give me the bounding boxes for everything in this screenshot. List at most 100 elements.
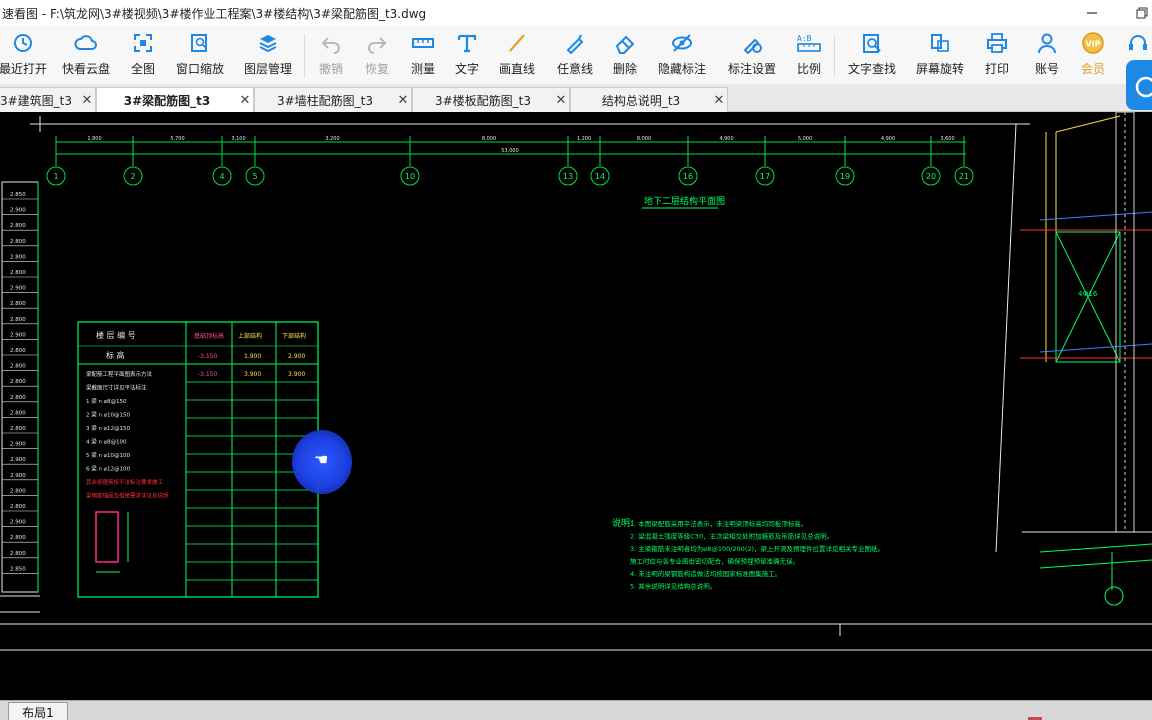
axis-label: 1: [53, 172, 58, 181]
toolbar-vip-button[interactable]: VIP 会员: [1076, 30, 1110, 82]
toolbar-label: 屏幕旋转: [915, 62, 964, 76]
toolbar-delete-button[interactable]: 删除: [608, 30, 642, 82]
tab-floor-slab[interactable]: 3#楼板配筋图_t3 ✕: [412, 87, 570, 112]
axis-label: 10: [405, 172, 415, 181]
toolbar-scale-button[interactable]: A:B 比例: [792, 30, 826, 82]
toolbar-window-zoom-button[interactable]: 窗口缩放: [172, 30, 228, 82]
toolbar-annotation-settings-button[interactable]: 标注设置: [724, 30, 780, 82]
tab-beam-reinforcement[interactable]: 3#梁配筋图_t3 ✕: [96, 87, 254, 112]
rotate-screen-icon: [927, 30, 953, 56]
elevation-label: 2.900: [10, 208, 26, 214]
fullscreen-icon: [130, 30, 156, 56]
elevation-label: 2.800: [10, 317, 26, 323]
elevation-label: 2.900: [10, 286, 26, 292]
text-search-icon: [859, 30, 885, 56]
general-notes: 1. 本图梁配筋采用平法表示，未注明梁顶标高均同板顶标高。 2. 梁混凝土强度等级…: [630, 519, 884, 591]
toolbar-line-button[interactable]: 画直线: [494, 30, 540, 82]
dimension-label: 8,000: [482, 136, 496, 142]
headset-icon: [1125, 30, 1151, 56]
toolbar-layers-button[interactable]: 图层管理: [240, 30, 296, 82]
toolbar-hide-annotation-button[interactable]: 隐藏标注: [654, 30, 710, 82]
toolbar-print-button[interactable]: 打印: [980, 30, 1014, 82]
axis-label: 21: [959, 172, 969, 181]
close-icon[interactable]: ✕: [553, 93, 569, 108]
elevation-label: 2.800: [10, 488, 26, 494]
elevation-label: 2.800: [10, 535, 26, 541]
layout-tab[interactable]: 布局1: [8, 702, 68, 720]
window-title: 速看图 - F:\筑龙网\3#楼视频\3#楼作业工程案\3#楼结构\3#梁配筋图…: [2, 6, 427, 21]
floating-search-button[interactable]: [1126, 60, 1152, 110]
toolbar-freehand-button[interactable]: 任意线: [552, 30, 598, 82]
restore-icon: [1136, 7, 1148, 19]
dimension-label: 5,000: [798, 136, 812, 142]
dimension-label: 8,000: [637, 136, 651, 142]
tab-wall-column[interactable]: 3#墙柱配筋图_t3 ✕: [254, 87, 412, 112]
tab-label: 3#建筑图_t3: [0, 93, 73, 108]
toolbar-account-button[interactable]: 账号: [1030, 30, 1064, 82]
undo-icon: [318, 30, 344, 56]
table-header-a: 楼 层 编 号: [96, 330, 136, 340]
elevation-label: 2.800: [10, 348, 26, 354]
toolbar-label: 最近打开: [0, 62, 48, 76]
eye-off-icon: [669, 30, 695, 56]
toolbar-label: 打印: [984, 62, 1009, 76]
toolbar-undo-button[interactable]: 撤销: [314, 30, 348, 82]
table-header-b: 标 高: [106, 350, 125, 360]
toolbar-recent-open-button[interactable]: 最近打开: [0, 30, 48, 82]
elevation-label: 2.900: [10, 520, 26, 526]
tab-building-drawing[interactable]: 3#建筑图_t3 ✕: [0, 87, 96, 112]
toolbar-label: 窗口缩放: [175, 62, 224, 76]
toolbar-text-button[interactable]: 文字: [450, 30, 484, 82]
toolbar-label: 测量: [410, 62, 435, 76]
tab-label: 3#楼板配筋图_t3: [434, 93, 532, 108]
toolbar-redo-button[interactable]: 恢复: [360, 30, 394, 82]
axis-label: 5: [252, 172, 257, 181]
table-notes: 梁配筋工程平面图表示方法梁截面尺寸详见平法标注 1 梁 n ⌀8@150 2 梁 n…: [86, 370, 169, 500]
layers-icon: [255, 30, 281, 56]
note-line: 1. 本图梁配筋采用平法表示，未注明梁顶标高均同板顶标高。: [630, 519, 807, 528]
dimension-label: 3,100: [231, 136, 245, 142]
toolbar-label: 画直线: [498, 62, 535, 76]
table-note-line: 4 梁 n ⌀8@100: [86, 438, 127, 446]
toolbar-separator: [304, 34, 305, 78]
elevation-label: 2.800: [10, 301, 26, 307]
cloud-icon: [73, 30, 99, 56]
svg-text:A:B: A:B: [797, 34, 812, 43]
redo-icon: [364, 30, 390, 56]
document-tabs: 3#建筑图_t3 ✕ 3#梁配筋图_t3 ✕ 3#墙柱配筋图_t3 ✕ 3#楼板…: [0, 84, 1152, 112]
table-r2c2: 3.900: [244, 371, 261, 378]
toolbar-label: 隐藏标注: [657, 62, 706, 76]
minimize-button[interactable]: [1072, 0, 1112, 26]
close-icon[interactable]: ✕: [237, 93, 253, 108]
elevation-label: 2.800: [10, 270, 26, 276]
print-icon: [984, 30, 1010, 56]
cad-drawing: 1 2 4 5 10 13 14 16 17 19 20 21 1,800 5,700 3,100 3,200…: [0, 112, 1152, 651]
table-col2: 上部结构: [238, 332, 262, 340]
elevation-label: 2.850: [10, 192, 26, 198]
table-col3: 下部结构: [282, 332, 306, 340]
toolbar-full-view-button[interactable]: 全图: [126, 30, 160, 82]
tab-structure-notes[interactable]: 结构总说明_t3 ✕: [570, 87, 728, 112]
close-icon[interactable]: ✕: [79, 93, 95, 108]
elevation-label: 2.800: [10, 395, 26, 401]
toolbar-text-search-button[interactable]: 文字查找: [844, 30, 900, 82]
drawing-canvas[interactable]: 1 2 4 5 10 13 14 16 17 19 20 21 1,800 5,700 3,100 3,200…: [0, 112, 1152, 700]
axis-label: 13: [563, 172, 573, 181]
right-rebar-label: 4Ф16: [1078, 290, 1098, 298]
toolbar-label: 标注设置: [727, 62, 776, 76]
toolbar-label: 会员: [1080, 62, 1105, 76]
toolbar-rotate-screen-button[interactable]: 屏幕旋转: [912, 30, 968, 82]
tab-label: 结构总说明_t3: [601, 93, 681, 108]
table-col1: 基础顶标高: [194, 332, 224, 340]
toolbar-measure-button[interactable]: 测量: [406, 30, 440, 82]
table-note-line: 梁钢筋锚固及搭接要求详见总说明: [86, 492, 169, 500]
eraser-icon: [612, 30, 638, 56]
elevation-label: 2.800: [10, 364, 26, 370]
dimension-label: 4,900: [719, 136, 733, 142]
close-icon[interactable]: ✕: [395, 93, 411, 108]
table-note-line: 其余梁箍筋按平法标注要求施工: [86, 478, 164, 486]
toolbar-cloud-button[interactable]: 快看云盘: [58, 30, 114, 82]
restore-button[interactable]: [1122, 0, 1152, 26]
toolbar-label: 恢复: [364, 62, 389, 76]
close-icon[interactable]: ✕: [711, 93, 727, 108]
